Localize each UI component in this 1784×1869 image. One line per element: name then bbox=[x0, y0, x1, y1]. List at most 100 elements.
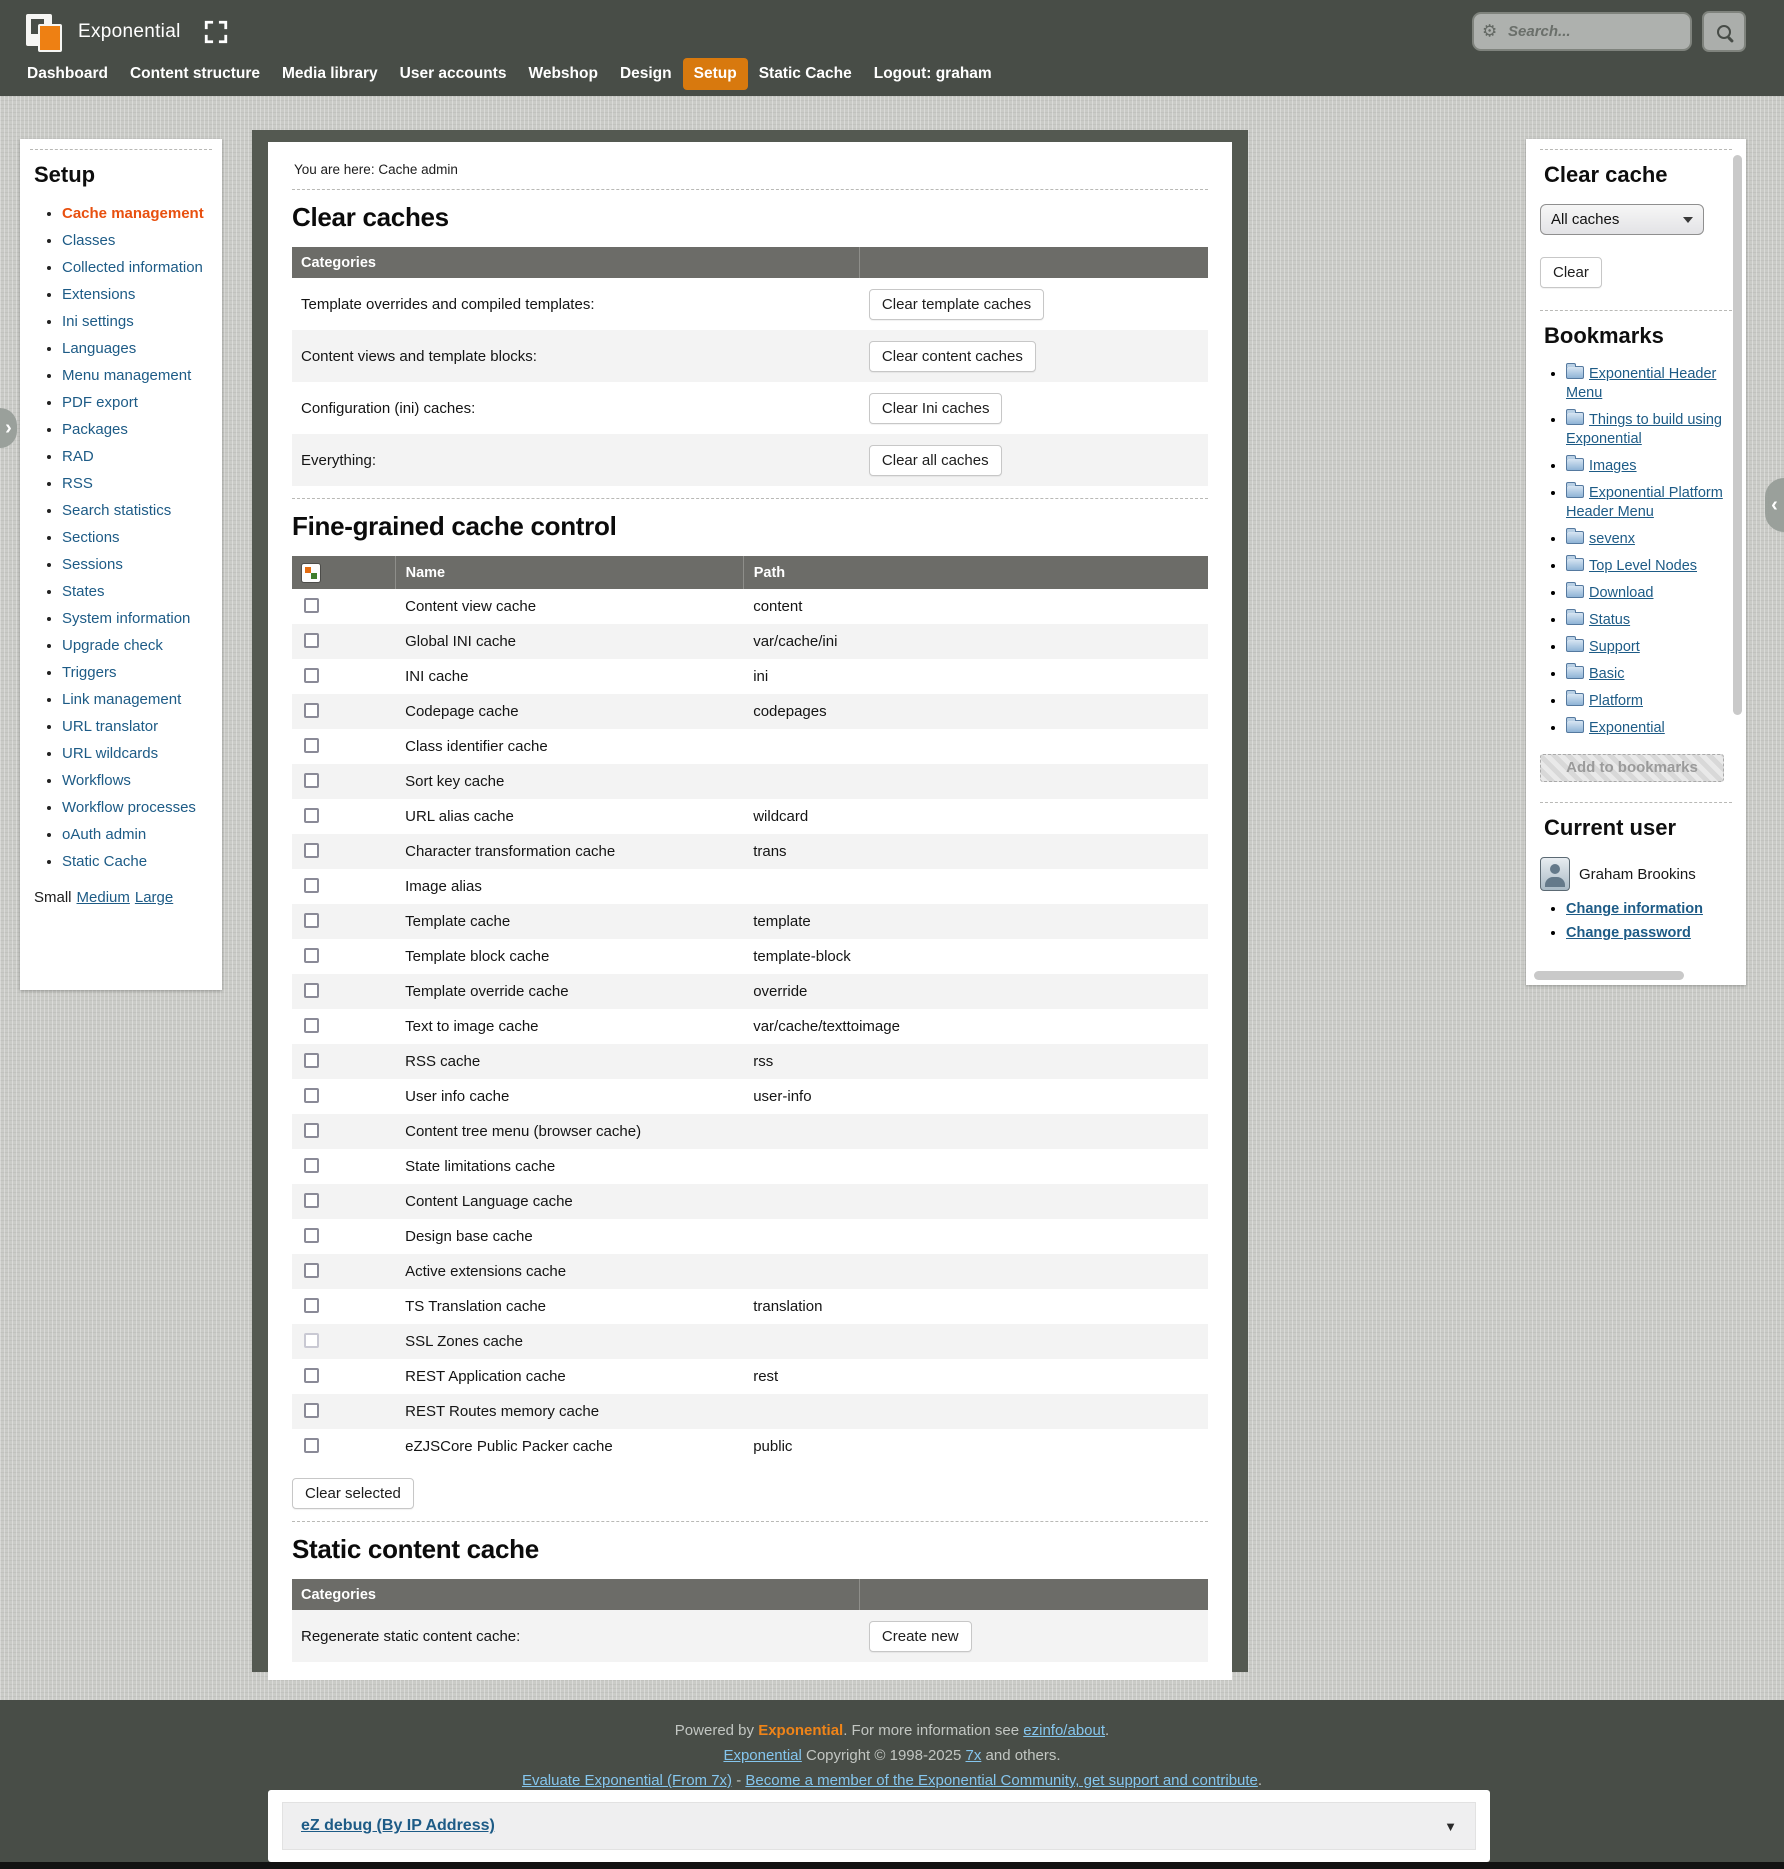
checkbox-ezjscore-public-packer-cache[interactable] bbox=[304, 1438, 319, 1453]
nav-item-content-structure[interactable]: Content structure bbox=[119, 58, 271, 90]
checkbox-user-info-cache[interactable] bbox=[304, 1088, 319, 1103]
bookmark-link-sevenx[interactable]: sevenx bbox=[1589, 531, 1635, 547]
checkbox-codepage-cache[interactable] bbox=[304, 703, 319, 718]
checkbox-state-limitations-cache[interactable] bbox=[304, 1158, 319, 1173]
bookmark-link-platform[interactable]: Platform bbox=[1589, 693, 1643, 709]
debug-link[interactable]: eZ debug (By IP Address) bbox=[301, 1817, 495, 1835]
sidebar-link-workflow-processes[interactable]: Workflow processes bbox=[62, 799, 196, 816]
checkbox-class-identifier-cache[interactable] bbox=[304, 738, 319, 753]
table-row: Content view cachecontent bbox=[292, 589, 1208, 624]
select-all-icon[interactable] bbox=[302, 564, 320, 582]
sidebar-link-upgrade-check[interactable]: Upgrade check bbox=[62, 637, 163, 654]
checkbox-content-tree-menu-browser-cache[interactable] bbox=[304, 1123, 319, 1138]
sidebar-link-sections[interactable]: Sections bbox=[62, 529, 120, 546]
nav-item-webshop[interactable]: Webshop bbox=[517, 58, 608, 90]
sidebar-link-system-information[interactable]: System information bbox=[62, 610, 190, 627]
sidebar-link-languages[interactable]: Languages bbox=[62, 340, 136, 357]
sidebar-link-link-management[interactable]: Link management bbox=[62, 691, 181, 708]
sidebar-link-menu-management[interactable]: Menu management bbox=[62, 367, 191, 384]
checkbox-template-override-cache[interactable] bbox=[304, 983, 319, 998]
size-link-large[interactable]: Large bbox=[135, 889, 173, 906]
size-link-medium[interactable]: Medium bbox=[77, 889, 130, 906]
sidebar-link-url-wildcards[interactable]: URL wildcards bbox=[62, 745, 158, 762]
bookmark-link-exponential-header-menu[interactable]: Exponential Header Menu bbox=[1566, 366, 1716, 401]
bookmark-link-things-to-build-using-exponential[interactable]: Things to build using Exponential bbox=[1566, 412, 1722, 447]
footer-link-7x[interactable]: 7x bbox=[966, 1747, 982, 1764]
sidebar-link-oauth-admin[interactable]: oAuth admin bbox=[62, 826, 146, 843]
sidebar-link-rad[interactable]: RAD bbox=[62, 448, 94, 465]
checkbox-image-alias[interactable] bbox=[304, 878, 319, 893]
nav-item-setup[interactable]: Setup bbox=[683, 58, 748, 90]
sidebar-link-states[interactable]: States bbox=[62, 583, 105, 600]
fullscreen-icon[interactable] bbox=[203, 19, 229, 45]
nav-item-dashboard[interactable]: Dashboard bbox=[16, 58, 119, 90]
button-clear-template-caches[interactable]: Clear template caches bbox=[869, 289, 1044, 320]
checkbox-rest-routes-memory-cache[interactable] bbox=[304, 1403, 319, 1418]
bookmark-link-support[interactable]: Support bbox=[1589, 639, 1640, 655]
checkbox-rest-application-cache[interactable] bbox=[304, 1368, 319, 1383]
checkbox-content-language-cache[interactable] bbox=[304, 1193, 319, 1208]
sidebar-link-pdf-export[interactable]: PDF export bbox=[62, 394, 138, 411]
horizontal-scrollbar[interactable] bbox=[1534, 971, 1684, 980]
clear-cache-button[interactable]: Clear bbox=[1540, 257, 1602, 288]
button-clear-content-caches[interactable]: Clear content caches bbox=[869, 341, 1036, 372]
checkbox-character-transformation-cache[interactable] bbox=[304, 843, 319, 858]
checkbox-url-alias-cache[interactable] bbox=[304, 808, 319, 823]
nav-item-user-accounts[interactable]: User accounts bbox=[389, 58, 518, 90]
footer-link-become-a-member-of-the-exponential-community-get-support-and-contribute[interactable]: Become a member of the Exponential Commu… bbox=[745, 1772, 1258, 1789]
sidebar-link-search-statistics[interactable]: Search statistics bbox=[62, 502, 171, 519]
checkbox-design-base-cache[interactable] bbox=[304, 1228, 319, 1243]
checkbox-ini-cache[interactable] bbox=[304, 668, 319, 683]
bookmark-link-top-level-nodes[interactable]: Top Level Nodes bbox=[1589, 558, 1697, 574]
nav-item-logout-graham[interactable]: Logout: graham bbox=[863, 58, 1003, 90]
checkbox-content-view-cache[interactable] bbox=[304, 598, 319, 613]
sidebar-link-rss[interactable]: RSS bbox=[62, 475, 93, 492]
bookmark-link-basic[interactable]: Basic bbox=[1589, 666, 1624, 682]
table-row: Text to image cachevar/cache/texttoimage bbox=[292, 1009, 1208, 1044]
debug-toggle-icon[interactable]: ▼ bbox=[1444, 1819, 1457, 1834]
sidebar-link-static-cache[interactable]: Static Cache bbox=[62, 853, 147, 870]
bookmark-link-images[interactable]: Images bbox=[1589, 458, 1637, 474]
checkbox-template-block-cache[interactable] bbox=[304, 948, 319, 963]
clear-cache-select[interactable]: All caches bbox=[1540, 204, 1704, 235]
sidebar-link-extensions[interactable]: Extensions bbox=[62, 286, 135, 303]
button-clear-ini-caches[interactable]: Clear Ini caches bbox=[869, 393, 1003, 424]
sidebar-link-collected-information[interactable]: Collected information bbox=[62, 259, 203, 276]
footer-link-evaluate-exponential-from-7x[interactable]: Evaluate Exponential (From 7x) bbox=[522, 1772, 732, 1789]
sidebar-link-triggers[interactable]: Triggers bbox=[62, 664, 116, 681]
checkbox-text-to-image-cache[interactable] bbox=[304, 1018, 319, 1033]
collapse-right-handle[interactable]: ‹ bbox=[1765, 478, 1784, 532]
sidebar-link-sessions[interactable]: Sessions bbox=[62, 556, 123, 573]
logo[interactable]: Exponential bbox=[24, 10, 229, 54]
bookmarks-list: Exponential Header Menu Things to build u… bbox=[1566, 365, 1732, 738]
checkbox-ts-translation-cache[interactable] bbox=[304, 1298, 319, 1313]
clear-selected-button[interactable]: Clear selected bbox=[292, 1478, 414, 1509]
vertical-scrollbar[interactable] bbox=[1733, 155, 1742, 715]
footer-link-ezinfo-about[interactable]: ezinfo/about bbox=[1023, 1722, 1105, 1739]
create-new-button[interactable]: Create new bbox=[869, 1621, 972, 1652]
user-link-change-information[interactable]: Change information bbox=[1566, 901, 1703, 917]
bookmark-link-exponential[interactable]: Exponential bbox=[1589, 720, 1665, 736]
bookmark-link-status[interactable]: Status bbox=[1589, 612, 1630, 628]
nav-item-media-library[interactable]: Media library bbox=[271, 58, 389, 90]
search-button[interactable] bbox=[1702, 11, 1746, 52]
checkbox-rss-cache[interactable] bbox=[304, 1053, 319, 1068]
sidebar-link-packages[interactable]: Packages bbox=[62, 421, 128, 438]
checkbox-global-ini-cache[interactable] bbox=[304, 633, 319, 648]
checkbox-active-extensions-cache[interactable] bbox=[304, 1263, 319, 1278]
nav-item-design[interactable]: Design bbox=[609, 58, 683, 90]
sidebar-link-ini-settings[interactable]: Ini settings bbox=[62, 313, 134, 330]
user-link-change-password[interactable]: Change password bbox=[1566, 925, 1691, 941]
button-clear-all-caches[interactable]: Clear all caches bbox=[869, 445, 1002, 476]
sidebar-link-url-translator[interactable]: URL translator bbox=[62, 718, 158, 735]
footer-link-exponential[interactable]: Exponential bbox=[723, 1747, 801, 1764]
nav-item-static-cache[interactable]: Static Cache bbox=[748, 58, 863, 90]
search-input[interactable] bbox=[1472, 12, 1692, 51]
bookmark-link-download[interactable]: Download bbox=[1589, 585, 1654, 601]
sidebar-link-classes[interactable]: Classes bbox=[62, 232, 115, 249]
bookmark-link-exponential-platform-header-menu[interactable]: Exponential Platform Header Menu bbox=[1566, 485, 1723, 520]
sidebar-link-cache-management[interactable]: Cache management bbox=[62, 205, 204, 222]
checkbox-template-cache[interactable] bbox=[304, 913, 319, 928]
sidebar-link-workflows[interactable]: Workflows bbox=[62, 772, 131, 789]
checkbox-sort-key-cache[interactable] bbox=[304, 773, 319, 788]
